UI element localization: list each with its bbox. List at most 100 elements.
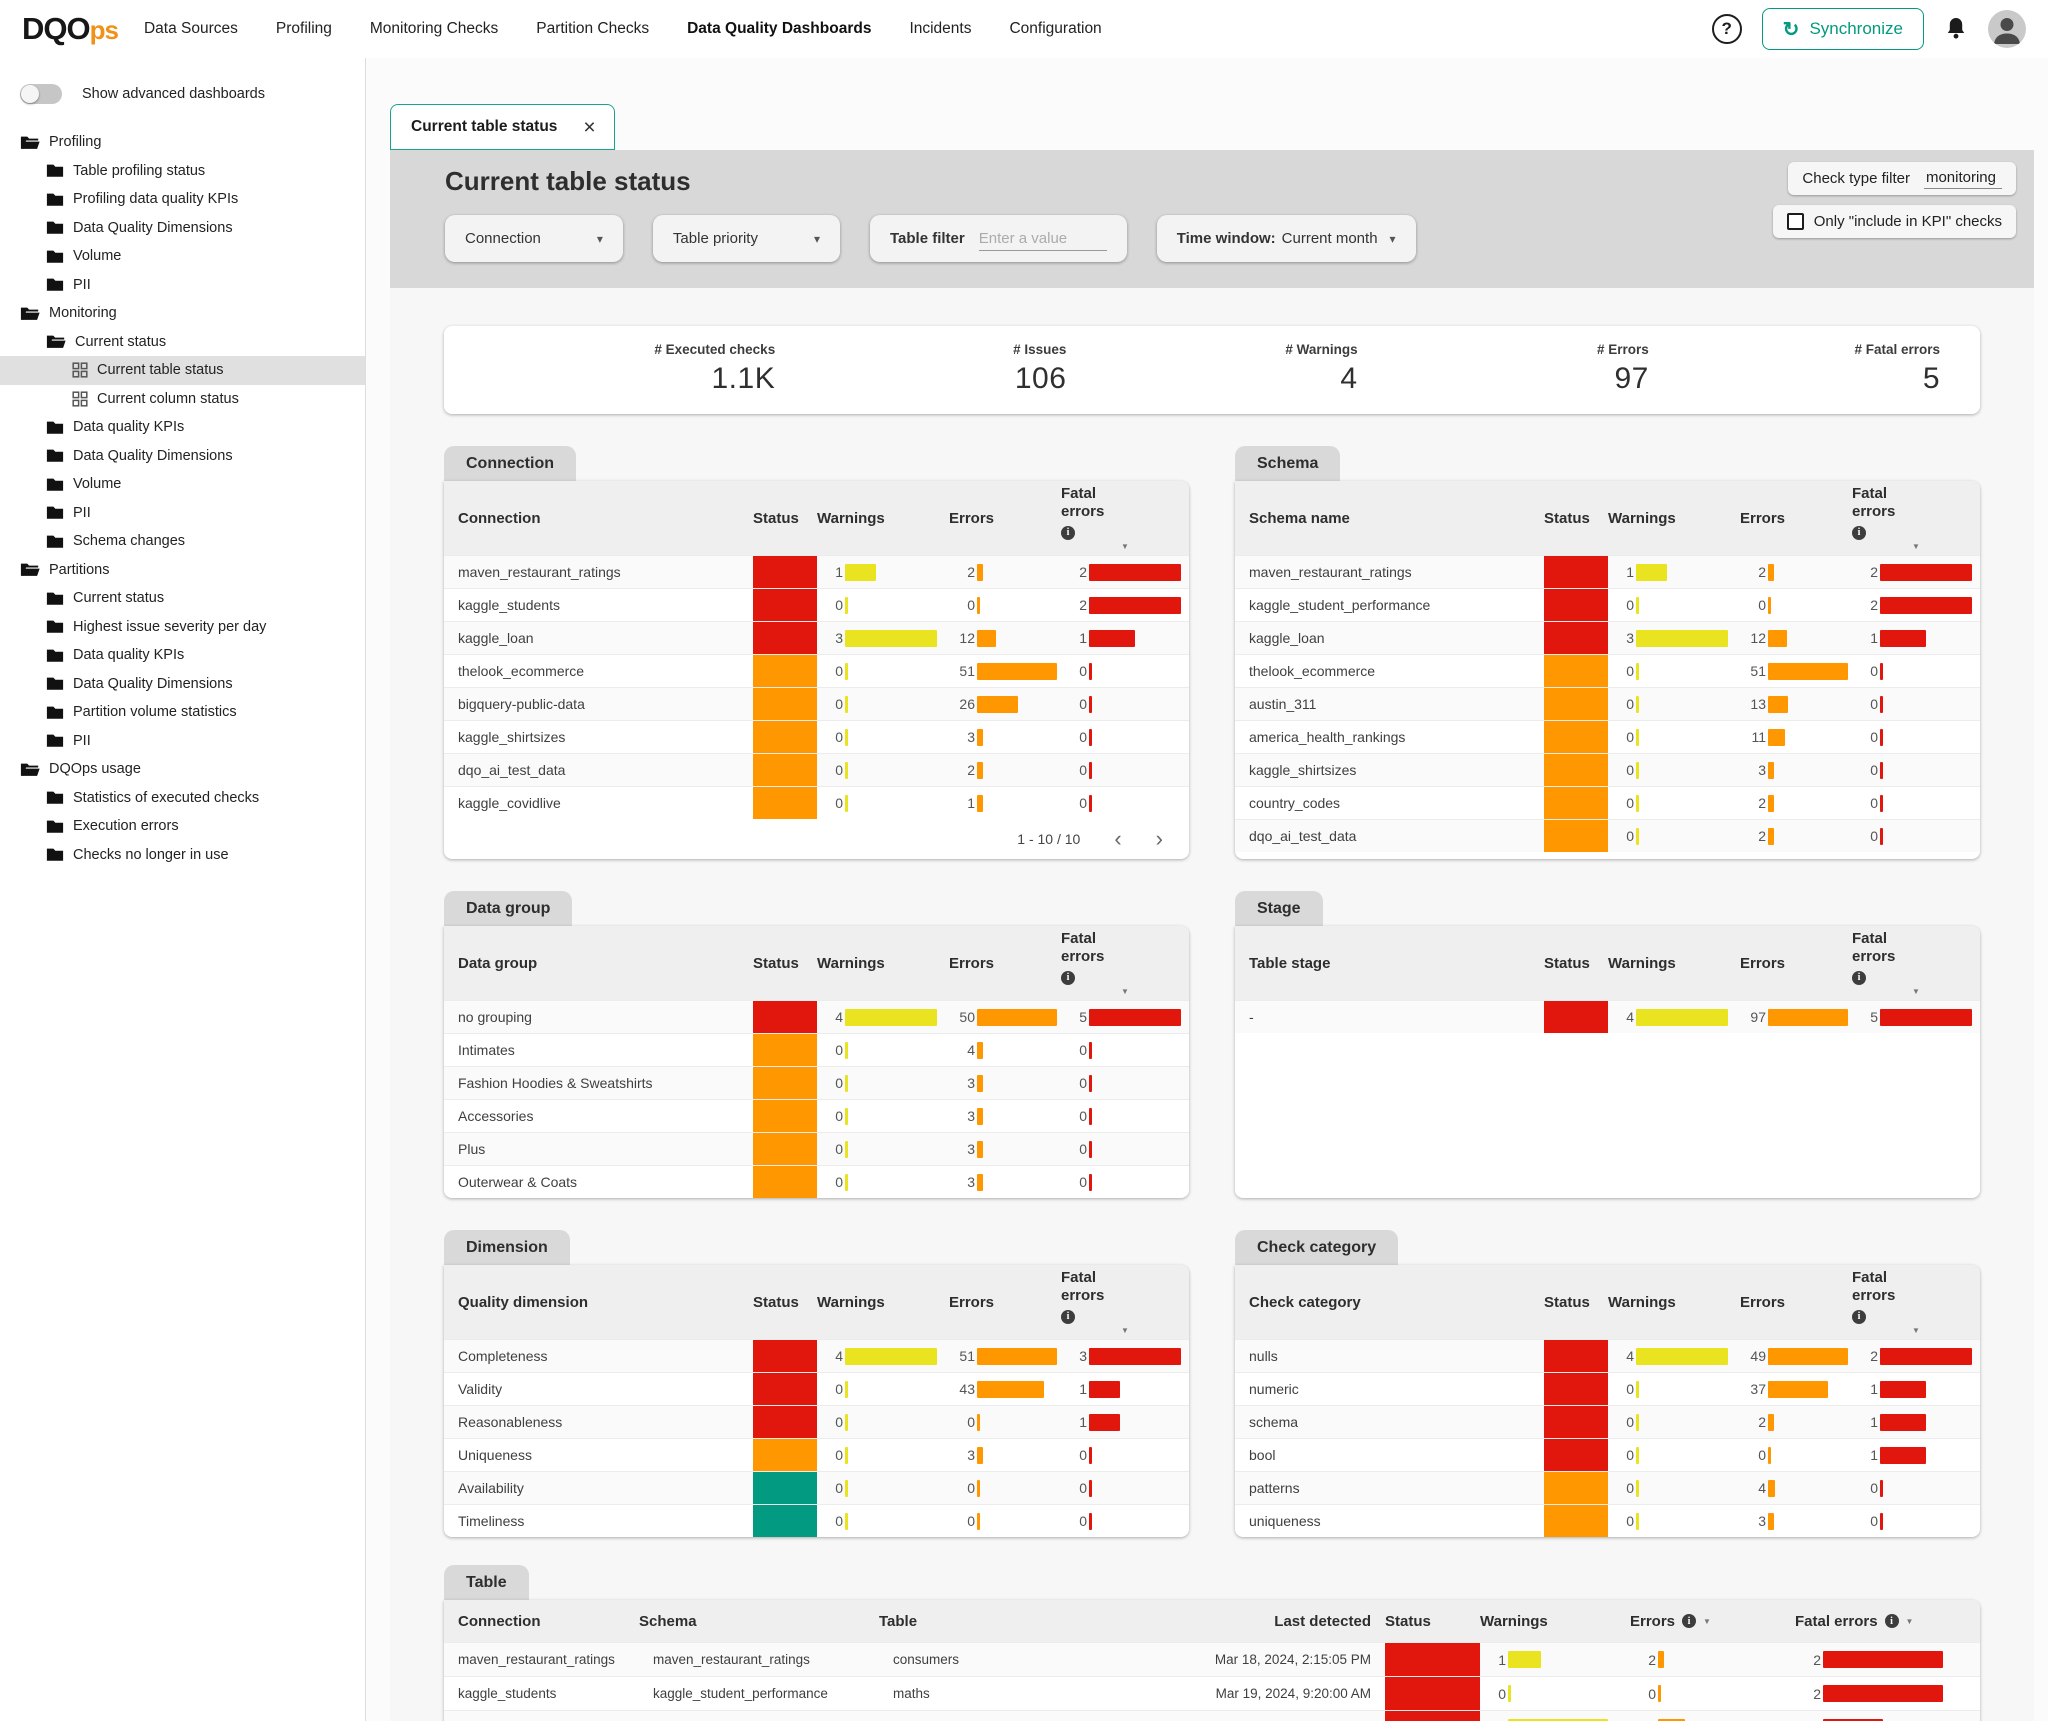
check-type-filter[interactable]: Check type filter monitoring <box>1788 162 2016 195</box>
sidebar-item-profiling-data-quality-kpis[interactable]: Profiling data quality KPIs <box>0 185 365 214</box>
info-icon[interactable]: i <box>1061 970 1075 985</box>
nav-item-data-quality-dashboards[interactable]: Data Quality Dashboards <box>687 20 871 38</box>
sidebar-item-dqops-usage[interactable]: DQOps usage <box>0 755 365 784</box>
table-row[interactable]: kaggle_loan 3 12 1 <box>444 621 1189 654</box>
table-row[interactable]: maven_restaurant_ratings 1 2 2 <box>1235 555 1980 588</box>
table-row[interactable]: schema 0 2 1 <box>1235 1405 1980 1438</box>
sidebar-item-pii[interactable]: PII <box>0 499 365 528</box>
info-icon[interactable]: i <box>1852 970 1866 985</box>
sidebar-item-data-quality-dimensions[interactable]: Data Quality Dimensions <box>0 214 365 243</box>
table-row[interactable]: kaggle_shirtsizes 0 3 0 <box>444 720 1189 753</box>
sidebar-item-data-quality-dimensions[interactable]: Data Quality Dimensions <box>0 442 365 471</box>
nav-item-configuration[interactable]: Configuration <box>1009 20 1101 38</box>
sidebar-item-schema-changes[interactable]: Schema changes <box>0 527 365 556</box>
table-row[interactable]: bigquery-public-data 0 26 0 <box>444 687 1189 720</box>
table-row[interactable]: Validity 0 43 1 <box>444 1372 1189 1405</box>
table-row[interactable]: no grouping 4 50 5 <box>444 1000 1189 1033</box>
table-row[interactable]: uniqueness 0 3 0 <box>1235 1504 1980 1537</box>
table-row[interactable]: austin_311 0 13 0 <box>1235 687 1980 720</box>
table-row[interactable]: kaggle_loankaggle_loaneligibility_predic… <box>444 1710 1980 1721</box>
table-row[interactable]: america_health_rankings 0 11 0 <box>1235 720 1980 753</box>
notifications-bell-icon[interactable] <box>1944 16 1968 42</box>
table-row[interactable]: bool 0 0 1 <box>1235 1438 1980 1471</box>
table-row[interactable]: kaggle_student_performance 0 0 2 <box>1235 588 1980 621</box>
sidebar-item-data-quality-kpis[interactable]: Data quality KPIs <box>0 641 365 670</box>
table-row[interactable]: kaggle_students kaggle_student_performanc… <box>444 1676 1980 1710</box>
table-row[interactable]: kaggle_students 0 0 2 <box>444 588 1189 621</box>
tab-current-table-status[interactable]: Current table status × <box>390 104 615 150</box>
user-avatar[interactable] <box>1988 10 2026 48</box>
dqops-logo[interactable]: DQOps <box>22 11 119 47</box>
sidebar-item-statistics-of-executed-checks[interactable]: Statistics of executed checks <box>0 784 365 813</box>
table-row[interactable]: Plus 0 3 0 <box>444 1132 1189 1165</box>
nav-item-partition-checks[interactable]: Partition Checks <box>536 20 649 38</box>
info-icon[interactable]: i <box>1884 1614 1899 1628</box>
info-icon[interactable]: i <box>1852 525 1866 540</box>
table-row[interactable]: maven_restaurant_ratings 1 2 2 <box>444 555 1189 588</box>
sidebar-item-pii[interactable]: PII <box>0 727 365 756</box>
close-icon[interactable]: × <box>583 117 595 138</box>
check-type-filter-value[interactable]: monitoring <box>1923 168 2002 189</box>
kpi-only-checkbox[interactable] <box>1786 213 1804 230</box>
table-row[interactable]: country_codes 0 2 0 <box>1235 786 1980 819</box>
nav-item-incidents[interactable]: Incidents <box>909 20 971 38</box>
connection-filter-dropdown[interactable]: Connection ▾ <box>445 215 623 262</box>
table-row[interactable]: kaggle_covidlive 0 1 0 <box>444 786 1189 819</box>
table-row[interactable]: Availability 0 0 0 <box>444 1471 1189 1504</box>
sidebar-item-current-column-status[interactable]: Current column status <box>0 385 365 414</box>
sort-down-icon[interactable]: ▼ <box>1121 987 1129 996</box>
nav-item-data-sources[interactable]: Data Sources <box>144 20 238 38</box>
table-row[interactable]: numeric 0 37 1 <box>1235 1372 1980 1405</box>
table-row[interactable]: Completeness 4 51 3 <box>444 1339 1189 1372</box>
nav-item-profiling[interactable]: Profiling <box>276 20 332 38</box>
show-advanced-dashboards-toggle[interactable] <box>20 84 62 104</box>
sidebar-item-data-quality-kpis[interactable]: Data quality KPIs <box>0 413 365 442</box>
sort-down-icon[interactable]: ▼ <box>1121 542 1129 551</box>
sidebar-item-current-status[interactable]: Current status <box>0 584 365 613</box>
table-row[interactable]: kaggle_loan 3 12 1 <box>1235 621 1980 654</box>
table-row[interactable]: Reasonableness 0 0 1 <box>444 1405 1189 1438</box>
time-window-dropdown[interactable]: Time window: Current month ▾ <box>1156 215 1416 262</box>
nav-item-monitoring-checks[interactable]: Monitoring Checks <box>370 20 498 38</box>
sidebar-item-pii[interactable]: PII <box>0 271 365 300</box>
sort-down-icon[interactable]: ▼ <box>1703 1617 1711 1626</box>
table-row[interactable]: patterns 0 4 0 <box>1235 1471 1980 1504</box>
table-row[interactable]: Intimates 0 4 0 <box>444 1033 1189 1066</box>
synchronize-button[interactable]: ↻ Synchronize <box>1761 8 1924 50</box>
sidebar-item-partition-volume-statistics[interactable]: Partition volume statistics <box>0 698 365 727</box>
sidebar-item-table-profiling-status[interactable]: Table profiling status <box>0 157 365 186</box>
info-icon[interactable]: i <box>1682 1614 1697 1628</box>
info-icon[interactable]: i <box>1852 1309 1866 1324</box>
sidebar-item-volume[interactable]: Volume <box>0 470 365 499</box>
table-filter-input[interactable] <box>978 226 1107 251</box>
table-row[interactable]: - 4 97 5 <box>1235 1000 1980 1033</box>
table-row[interactable]: thelook_ecommerce 0 51 0 <box>444 654 1189 687</box>
sidebar-item-monitoring[interactable]: Monitoring <box>0 299 365 328</box>
table-row[interactable]: Outerwear & Coats 0 3 0 <box>444 1165 1189 1198</box>
sidebar-item-volume[interactable]: Volume <box>0 242 365 271</box>
sidebar-item-current-table-status[interactable]: Current table status <box>0 356 365 385</box>
table-row[interactable]: Accessories 0 3 0 <box>444 1099 1189 1132</box>
table-row[interactable]: thelook_ecommerce 0 51 0 <box>1235 654 1980 687</box>
chevron-left-icon[interactable]: ‹ <box>1114 828 1121 850</box>
table-row[interactable]: maven_restaurant_ratings maven_restaurant… <box>444 1642 1980 1676</box>
table-row[interactable]: Fashion Hoodies & Sweatshirts 0 3 0 <box>444 1066 1189 1099</box>
sidebar-item-profiling[interactable]: Profiling <box>0 128 365 157</box>
table-row[interactable]: dqo_ai_test_data 0 2 0 <box>444 753 1189 786</box>
sidebar-item-highest-issue-severity-per-day[interactable]: Highest issue severity per day <box>0 613 365 642</box>
table-row[interactable]: kaggle_shirtsizes 0 3 0 <box>1235 753 1980 786</box>
sort-down-icon[interactable]: ▼ <box>1121 1326 1129 1335</box>
sort-down-icon[interactable]: ▼ <box>1912 542 1920 551</box>
kpi-only-checkbox-row[interactable]: Only "include in KPI" checks <box>1772 205 2016 238</box>
sidebar-item-partitions[interactable]: Partitions <box>0 556 365 585</box>
sort-down-icon[interactable]: ▼ <box>1912 987 1920 996</box>
sidebar-item-data-quality-dimensions[interactable]: Data Quality Dimensions <box>0 670 365 699</box>
sort-down-icon[interactable]: ▼ <box>1912 1326 1920 1335</box>
sort-down-icon[interactable]: ▼ <box>1906 1617 1914 1626</box>
table-row[interactable]: Uniqueness 0 3 0 <box>444 1438 1189 1471</box>
table-priority-filter-dropdown[interactable]: Table priority ▾ <box>652 215 840 262</box>
sidebar-item-current-status[interactable]: Current status <box>0 328 365 357</box>
table-row[interactable]: dqo_ai_test_data 0 2 0 <box>1235 819 1980 852</box>
chevron-right-icon[interactable]: › <box>1156 828 1163 850</box>
sidebar-item-checks-no-longer-in-use[interactable]: Checks no longer in use <box>0 841 365 870</box>
